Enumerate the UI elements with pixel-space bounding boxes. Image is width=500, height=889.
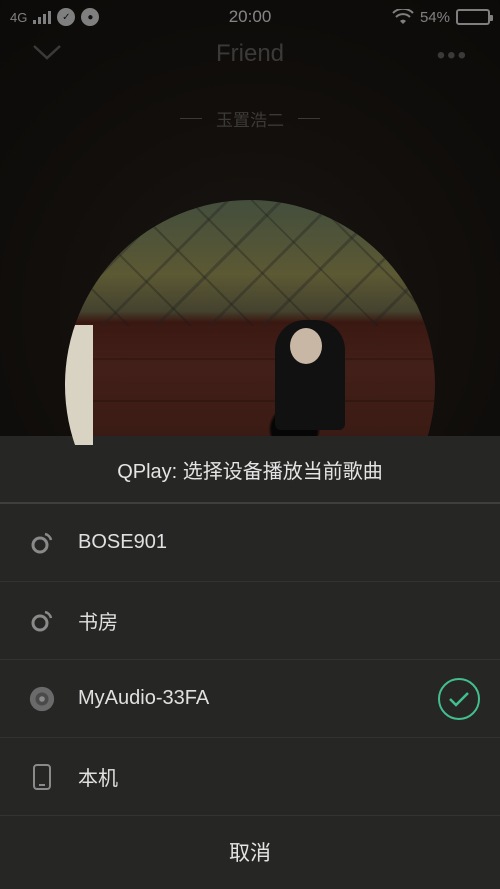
device-item-local[interactable]: 本机 — [0, 738, 500, 816]
sheet-title: QPlay: 选择设备播放当前歌曲 — [0, 436, 500, 504]
device-picker-sheet: QPlay: 选择设备播放当前歌曲 BOSE901 书房 MyAudio-33F… — [0, 436, 500, 889]
device-item-bose901[interactable]: BOSE901 — [0, 504, 500, 582]
device-label: 书房 — [78, 612, 118, 634]
phone-icon — [28, 763, 56, 791]
wireless-speaker-icon — [28, 607, 56, 635]
album-sign — [65, 325, 93, 445]
device-label: BOSE901 — [78, 531, 167, 553]
device-label: MyAudio-33FA — [78, 687, 210, 709]
device-label: 本机 — [78, 768, 118, 790]
speaker-icon — [28, 685, 56, 713]
cancel-button[interactable]: 取消 — [0, 816, 500, 888]
device-item-myaudio[interactable]: MyAudio-33FA — [0, 660, 500, 738]
selected-check-icon — [438, 678, 480, 720]
album-face — [290, 328, 322, 364]
device-item-study[interactable]: 书房 — [0, 582, 500, 660]
wireless-speaker-icon — [28, 529, 56, 557]
